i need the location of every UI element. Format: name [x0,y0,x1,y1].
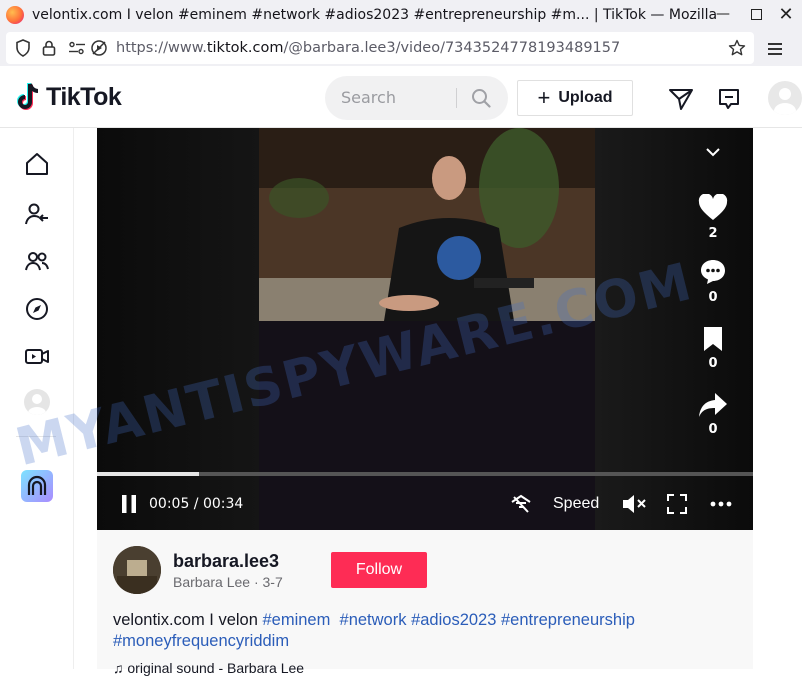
upload-button[interactable]: + Upload [517,80,633,116]
following-icon[interactable] [22,199,52,229]
address-bar[interactable]: https://www.tiktok.com/@barbara.lee3/vid… [6,32,754,64]
fullscreen-icon[interactable] [665,492,689,516]
sidebar-divider [16,436,56,437]
video-frame [259,128,595,321]
lock-icon[interactable] [40,39,58,57]
live-icon[interactable] [22,341,52,371]
explore-compass-icon[interactable] [22,294,52,324]
video-backdrop-left [97,128,259,530]
video-player[interactable]: 2 0 0 0 00:05 / 00:34 Speed [97,128,753,530]
mute-icon[interactable] [621,492,647,516]
profile-icon[interactable] [24,389,50,415]
video-progress-bar[interactable] [97,472,753,476]
friends-icon[interactable] [22,246,52,276]
plus-icon: + [537,85,551,110]
post-description: velontix.com I velon #eminem #network #a… [113,610,713,652]
permissions-icon[interactable] [68,40,86,56]
floating-player-icon[interactable] [509,493,533,515]
comment-action[interactable]: 0 [695,258,731,305]
shield-icon[interactable] [14,39,32,57]
browser-titlebar: velontix.com I velon #eminem #network #a… [0,0,802,30]
bookmark-count: 0 [708,356,718,371]
music-info[interactable]: ♫ original sound - Barbara Lee [113,660,304,676]
search-placeholder: Search [341,88,396,107]
speed-button[interactable]: Speed [553,495,599,513]
window-title: velontix.com I velon #eminem #network #a… [32,7,722,23]
description-text: velontix.com I velon [113,611,263,629]
url-text: https://www.tiktok.com/@barbara.lee3/vid… [116,40,621,56]
follow-button[interactable]: Follow [331,552,427,588]
effect-house-icon[interactable] [21,470,53,502]
search-input[interactable]: Search [325,76,508,120]
close-button[interactable]: ✕ [775,3,797,25]
tiktok-logo[interactable]: TikTok [16,82,122,112]
like-count: 2 [708,226,718,241]
post-info-panel: barbara.lee3 Barbara Lee · 3-7 Follow ve… [97,530,753,676]
author-username[interactable]: barbara.lee3 [173,551,279,572]
search-divider [456,88,457,108]
tiktok-header: TikTok Search + Upload [0,68,802,128]
hashtag-link[interactable]: #moneyfrequencyriddim [113,632,289,650]
progress-fill [97,472,199,476]
tiktok-note-icon [17,83,39,110]
logo-text: TikTok [46,82,122,111]
heart-icon [698,193,728,220]
hashtag-link[interactable]: #eminem [262,611,330,629]
menu-icon[interactable] [768,40,782,58]
profile-avatar[interactable] [768,81,802,115]
author-nickname-date: Barbara Lee · 3-7 [173,574,283,590]
hashtag-link[interactable]: #entrepreneurship [501,611,635,629]
upload-label: Upload [558,89,613,106]
bookmark-star-icon[interactable] [728,39,746,57]
share-arrow-icon [699,393,727,417]
home-icon[interactable] [22,149,52,179]
author-avatar[interactable] [113,546,161,594]
video-frame-lower [259,321,595,530]
messages-send-icon[interactable] [668,86,694,112]
like-action[interactable]: 2 [695,193,731,241]
hashtag-link[interactable]: #network [340,611,407,629]
inbox-icon[interactable] [716,86,742,112]
navigation-bar: https://www.tiktok.com/@barbara.lee3/vid… [0,30,802,66]
autoplay-blocked-icon[interactable] [90,39,108,57]
share-count: 0 [708,422,718,437]
minimize-button[interactable]: — [712,3,734,25]
bookmark-action[interactable]: 0 [695,326,731,371]
hashtag-link[interactable]: #adios2023 [411,611,496,629]
firefox-logo-icon [6,6,24,24]
left-sidebar [0,128,74,669]
playback-time: 00:05 / 00:34 [149,496,244,512]
maximize-button[interactable] [745,3,767,25]
chevron-down-icon[interactable] [703,142,723,162]
comment-icon [701,260,725,284]
search-icon[interactable] [471,88,491,108]
share-action[interactable]: 0 [695,392,731,437]
bookmark-icon [704,327,722,351]
more-options-icon[interactable] [709,492,733,516]
comment-count: 0 [708,290,718,305]
pause-icon[interactable] [119,494,139,514]
